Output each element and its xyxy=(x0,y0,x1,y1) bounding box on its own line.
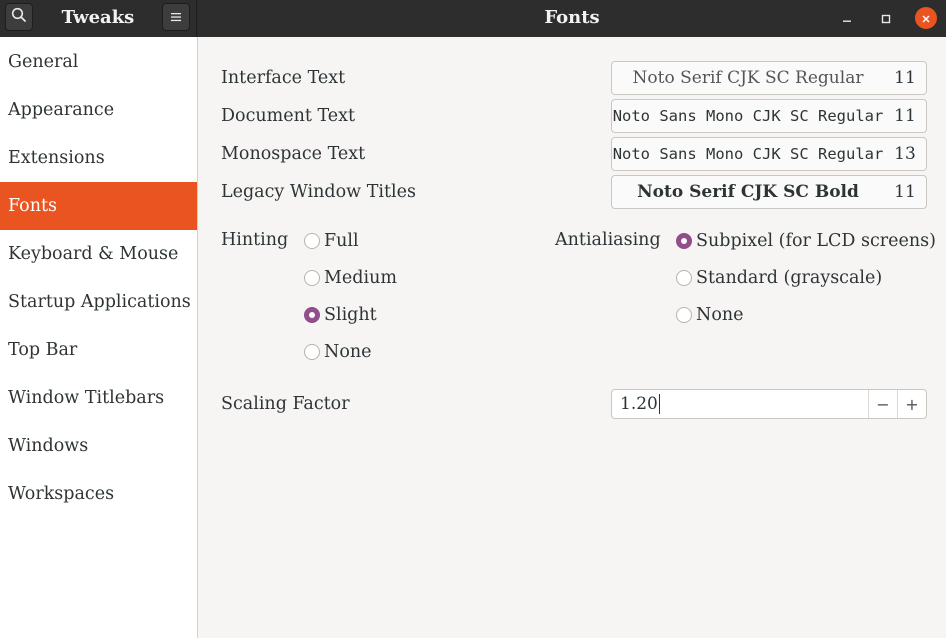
document-font-name: Noto Sans Mono CJK SC Regular xyxy=(612,107,884,125)
app-title: Tweaks xyxy=(61,7,135,28)
antialiasing-label: Antialiasing xyxy=(555,230,661,250)
legacy-font-name: Noto Serif CJK SC Bold xyxy=(637,182,859,202)
minus-icon: − xyxy=(876,394,890,414)
radio-indicator xyxy=(676,233,692,249)
hinting-option-label: None xyxy=(324,342,372,362)
scaling-factor-label: Scaling Factor xyxy=(221,394,350,414)
radio-indicator xyxy=(676,307,692,323)
interface-text-label: Interface Text xyxy=(221,68,346,88)
document-text-label: Document Text xyxy=(221,106,356,126)
legacy-font-button[interactable]: Noto Serif CJK SC Bold 11 xyxy=(611,175,927,209)
legacy-font-size: 11 xyxy=(894,182,916,202)
antialiasing-option-label: None xyxy=(696,305,744,325)
radio-indicator xyxy=(304,307,320,323)
close-icon xyxy=(921,9,931,28)
sidebar-item-general[interactable]: General xyxy=(0,38,197,86)
sidebar-item-keyboard-mouse[interactable]: Keyboard & Mouse xyxy=(0,230,197,278)
antialiasing-option-standard[interactable]: Standard (grayscale) xyxy=(676,263,882,293)
hinting-option-label: Full xyxy=(324,231,359,251)
scaling-factor-spinbutton[interactable]: 1.20 − + xyxy=(611,389,927,419)
sidebar: General Appearance Extensions Fonts Keyb… xyxy=(0,37,198,638)
search-icon xyxy=(11,7,27,27)
monospace-font-button[interactable]: Noto Sans Mono CJK SC Regular 13 xyxy=(611,137,927,171)
close-button[interactable] xyxy=(915,7,937,29)
interface-font-button[interactable]: Noto Serif CJK SC Regular 11 xyxy=(611,61,927,95)
hinting-option-none[interactable]: None xyxy=(304,337,371,367)
hinting-label: Hinting xyxy=(221,230,289,250)
monospace-font-name: Noto Sans Mono CJK SC Regular xyxy=(612,145,884,163)
maximize-button[interactable] xyxy=(875,7,897,29)
antialiasing-option-label: Standard (grayscale) xyxy=(696,268,883,288)
scaling-increase-button[interactable]: + xyxy=(897,390,926,418)
scaling-decrease-button[interactable]: − xyxy=(868,390,897,418)
sidebar-item-windows[interactable]: Windows xyxy=(0,422,197,470)
fonts-panel: Interface Text Noto Serif CJK SC Regular… xyxy=(199,37,946,638)
hinting-option-label: Medium xyxy=(324,268,397,288)
minimize-button[interactable] xyxy=(836,7,858,29)
sidebar-header: Tweaks xyxy=(0,0,197,37)
hamburger-menu-icon xyxy=(170,8,182,27)
hinting-option-medium[interactable]: Medium xyxy=(304,263,397,293)
sidebar-item-appearance[interactable]: Appearance xyxy=(0,86,197,134)
monospace-font-size: 13 xyxy=(894,144,916,164)
plus-icon: + xyxy=(905,394,919,414)
monospace-text-label: Monospace Text xyxy=(221,144,366,164)
hinting-option-slight[interactable]: Slight xyxy=(304,300,377,330)
radio-indicator xyxy=(676,270,692,286)
page-title: Fonts xyxy=(544,7,600,28)
sidebar-item-window-titlebars[interactable]: Window Titlebars xyxy=(0,374,197,422)
document-font-size: 11 xyxy=(894,106,916,126)
document-font-button[interactable]: Noto Sans Mono CJK SC Regular 11 xyxy=(611,99,927,133)
antialiasing-option-none[interactable]: None xyxy=(676,300,743,330)
text-cursor xyxy=(658,394,660,414)
scaling-factor-input[interactable]: 1.20 xyxy=(612,390,868,418)
hinting-option-label: Slight xyxy=(324,305,377,325)
sidebar-item-startup-applications[interactable]: Startup Applications xyxy=(0,278,197,326)
antialiasing-option-label: Subpixel (for LCD screens) xyxy=(696,231,936,251)
interface-font-size: 11 xyxy=(894,68,916,88)
antialiasing-option-subpixel[interactable]: Subpixel (for LCD screens) xyxy=(676,226,936,256)
sidebar-item-extensions[interactable]: Extensions xyxy=(0,134,197,182)
minimize-icon xyxy=(842,9,852,28)
search-button[interactable] xyxy=(5,3,33,31)
hinting-option-full[interactable]: Full xyxy=(304,226,359,256)
menu-button[interactable] xyxy=(162,3,190,31)
maximize-icon xyxy=(881,9,891,28)
radio-indicator xyxy=(304,344,320,360)
radio-indicator xyxy=(304,233,320,249)
sidebar-item-top-bar[interactable]: Top Bar xyxy=(0,326,197,374)
sidebar-item-workspaces[interactable]: Workspaces xyxy=(0,470,197,518)
scaling-factor-value: 1.20 xyxy=(620,394,658,414)
interface-font-name: Noto Serif CJK SC Regular xyxy=(632,68,864,88)
sidebar-item-fonts[interactable]: Fonts xyxy=(0,182,197,230)
radio-indicator xyxy=(304,270,320,286)
title-bar: Tweaks Fonts xyxy=(0,0,946,37)
legacy-window-titles-label: Legacy Window Titles xyxy=(221,182,416,202)
